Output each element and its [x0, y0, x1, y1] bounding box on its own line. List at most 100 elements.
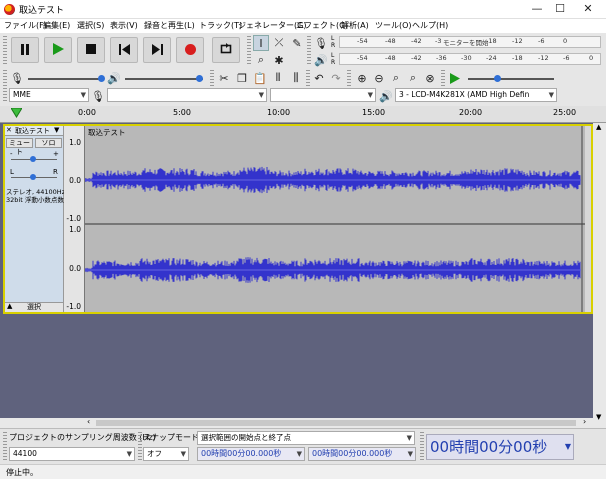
pause-button[interactable]: [11, 37, 39, 63]
pan-knob[interactable]: [30, 174, 36, 180]
toolbar-area: I ⤫ ✎ ⌕ ✱ 🎙 🔊 L R L R -54 -48 -42 -3 モニタ…: [0, 33, 606, 106]
play-meter-tick: -18: [512, 54, 523, 62]
zoom-out-icon[interactable]: ⊖: [371, 70, 387, 86]
toolbar-grip[interactable]: [347, 70, 351, 86]
toolbar-grip[interactable]: [3, 432, 7, 462]
fit-selection-icon[interactable]: ⌕: [388, 70, 404, 86]
selection-end-time[interactable]: 00時間00分00.000秒 ▼: [308, 447, 416, 461]
playback-volume-slider[interactable]: [125, 78, 203, 80]
toolbar-grip[interactable]: [420, 432, 424, 462]
play-speed-knob[interactable]: [494, 75, 501, 82]
menu-help[interactable]: ヘルプ(H): [412, 20, 448, 31]
track-name[interactable]: 取込テスト: [15, 126, 50, 136]
solo-button[interactable]: ソロ: [35, 138, 62, 148]
skip-to-end-button[interactable]: [143, 37, 171, 63]
snap-mode-select[interactable]: オフ ▼: [143, 447, 189, 461]
selection-tool-icon[interactable]: I: [253, 35, 269, 51]
copy-icon[interactable]: ❐: [234, 70, 250, 86]
scroll-down-icon[interactable]: ▼: [596, 413, 601, 421]
menu-select[interactable]: 選択(S): [77, 20, 104, 31]
track-close-icon[interactable]: ✕: [6, 126, 12, 134]
chevron-down-icon: ▼: [180, 450, 186, 458]
loop-button[interactable]: [212, 37, 240, 63]
audio-host-select[interactable]: MME ▼: [9, 88, 89, 102]
menu-view[interactable]: 表示(V): [110, 20, 138, 31]
snap-mode-label: スナップモード: [143, 433, 199, 442]
scroll-left-icon[interactable]: ‹: [87, 417, 90, 426]
toolbar-grip[interactable]: [138, 432, 142, 462]
time-display-value: 00時間00分00秒: [430, 438, 548, 456]
toolbar-grip[interactable]: [3, 70, 7, 86]
record-button[interactable]: [176, 37, 204, 63]
redo-icon[interactable]: ↷: [328, 70, 344, 86]
playhead-marker-icon[interactable]: [10, 107, 23, 120]
play-button[interactable]: [44, 37, 72, 63]
menu-tools[interactable]: ツール(O): [375, 20, 412, 31]
zoom-toggle-icon[interactable]: ⊗: [422, 70, 438, 86]
collapse-track-icon[interactable]: ▲: [7, 302, 12, 310]
toolbar-grip[interactable]: [3, 36, 7, 64]
menu-edit[interactable]: 編集(E): [43, 20, 70, 31]
trim-icon[interactable]: ⫴: [270, 70, 286, 86]
speaker-icon[interactable]: 🔊: [313, 52, 329, 68]
zoom-in-icon[interactable]: ⊕: [354, 70, 370, 86]
silence-icon[interactable]: ⫼: [288, 70, 304, 86]
horizontal-scrollbar[interactable]: ‹ ›: [85, 417, 593, 428]
vertical-scrollbar[interactable]: ▲ ▼: [593, 123, 606, 428]
horizontal-scroll-thumb[interactable]: [96, 420, 576, 426]
fit-project-icon[interactable]: ⌕: [405, 70, 421, 86]
play-speed-slider[interactable]: [468, 78, 554, 80]
waveform[interactable]: [84, 126, 585, 312]
clip-name[interactable]: 取込テスト: [88, 127, 126, 138]
skip-to-start-button[interactable]: [110, 37, 138, 63]
menu-file[interactable]: ファイル(F): [4, 20, 47, 31]
track-menu-chevron-icon[interactable]: ▼: [54, 126, 59, 134]
monitor-start-label[interactable]: モニターを開始: [443, 37, 489, 47]
close-button[interactable]: ✕: [570, 0, 606, 19]
toolbar-grip[interactable]: [306, 70, 310, 86]
mute-button[interactable]: ミュート: [6, 138, 33, 156]
waveform-area[interactable]: [84, 126, 585, 312]
selection-start-time[interactable]: 00時間00分00.000秒 ▼: [197, 447, 305, 461]
cut-icon[interactable]: ✂: [216, 70, 232, 86]
microphone-icon[interactable]: 🎙: [313, 35, 329, 51]
time-display[interactable]: 00時間00分00秒 ▼: [426, 434, 574, 460]
sample-rate-select[interactable]: 44100 ▼: [9, 447, 135, 461]
ruler-label: 15:00: [362, 108, 386, 117]
gain-knob[interactable]: [30, 156, 36, 162]
menu-transport[interactable]: 録音と再生(L): [144, 20, 195, 31]
toolbar-grip[interactable]: [441, 70, 445, 86]
toolbar-grip[interactable]: [247, 36, 251, 66]
record-volume-knob[interactable]: [98, 75, 105, 82]
menu-analyze[interactable]: 解析(A): [341, 20, 369, 31]
toolbar-grip[interactable]: [307, 36, 311, 66]
stop-icon: [86, 44, 96, 56]
vertical-scale[interactable]: 1.0 0.0 -1.0 1.0 0.0 -1.0: [64, 126, 85, 312]
undo-icon[interactable]: ↶: [311, 70, 327, 86]
playback-meter[interactable]: -54 -48 -42 -36 -30 -24 -18 -12 -6 0: [339, 53, 601, 65]
record-volume-slider[interactable]: [28, 78, 104, 80]
record-volume-icon: 🎙: [10, 71, 24, 85]
record-meter[interactable]: -54 -48 -42 -3 モニターを開始 -18 -12 -6 0: [339, 36, 601, 48]
envelope-tool-icon[interactable]: ⤫: [271, 35, 287, 51]
play-at-speed-icon[interactable]: [447, 70, 463, 86]
playback-device-select[interactable]: 3 - LCD-M4K281X (AMD High Defin ▼: [395, 88, 557, 102]
draw-tool-icon[interactable]: ✎: [289, 35, 305, 51]
stop-button[interactable]: [77, 37, 105, 63]
selection-range-select[interactable]: 選択範囲の開始点と終了点 ▼: [197, 431, 415, 445]
toolbar-grip[interactable]: [210, 70, 214, 86]
recording-channels-select[interactable]: ▼: [270, 88, 376, 102]
toolbar-grip[interactable]: [3, 88, 7, 103]
timeline-ruler[interactable]: 0:00 5:00 10:00 15:00 20:00 25:00: [0, 106, 606, 123]
track-control-panel[interactable]: ✕ 取込テスト ▼ ミュート ソロ - + L R ステレオ, 44100Hz …: [5, 126, 65, 312]
scroll-right-icon[interactable]: ›: [583, 417, 586, 426]
multi-tool-icon[interactable]: ✱: [271, 52, 287, 68]
recording-device-select[interactable]: ▼: [107, 88, 267, 102]
zoom-tool-icon[interactable]: ⌕: [253, 52, 269, 68]
play-meter-tick: -24: [486, 54, 497, 62]
menu-tracks[interactable]: トラック(T): [199, 20, 242, 31]
playback-volume-knob[interactable]: [196, 75, 203, 82]
paste-icon[interactable]: 📋: [252, 70, 268, 86]
scroll-up-icon[interactable]: ▲: [596, 123, 601, 131]
select-track-button[interactable]: 選択: [27, 302, 41, 312]
